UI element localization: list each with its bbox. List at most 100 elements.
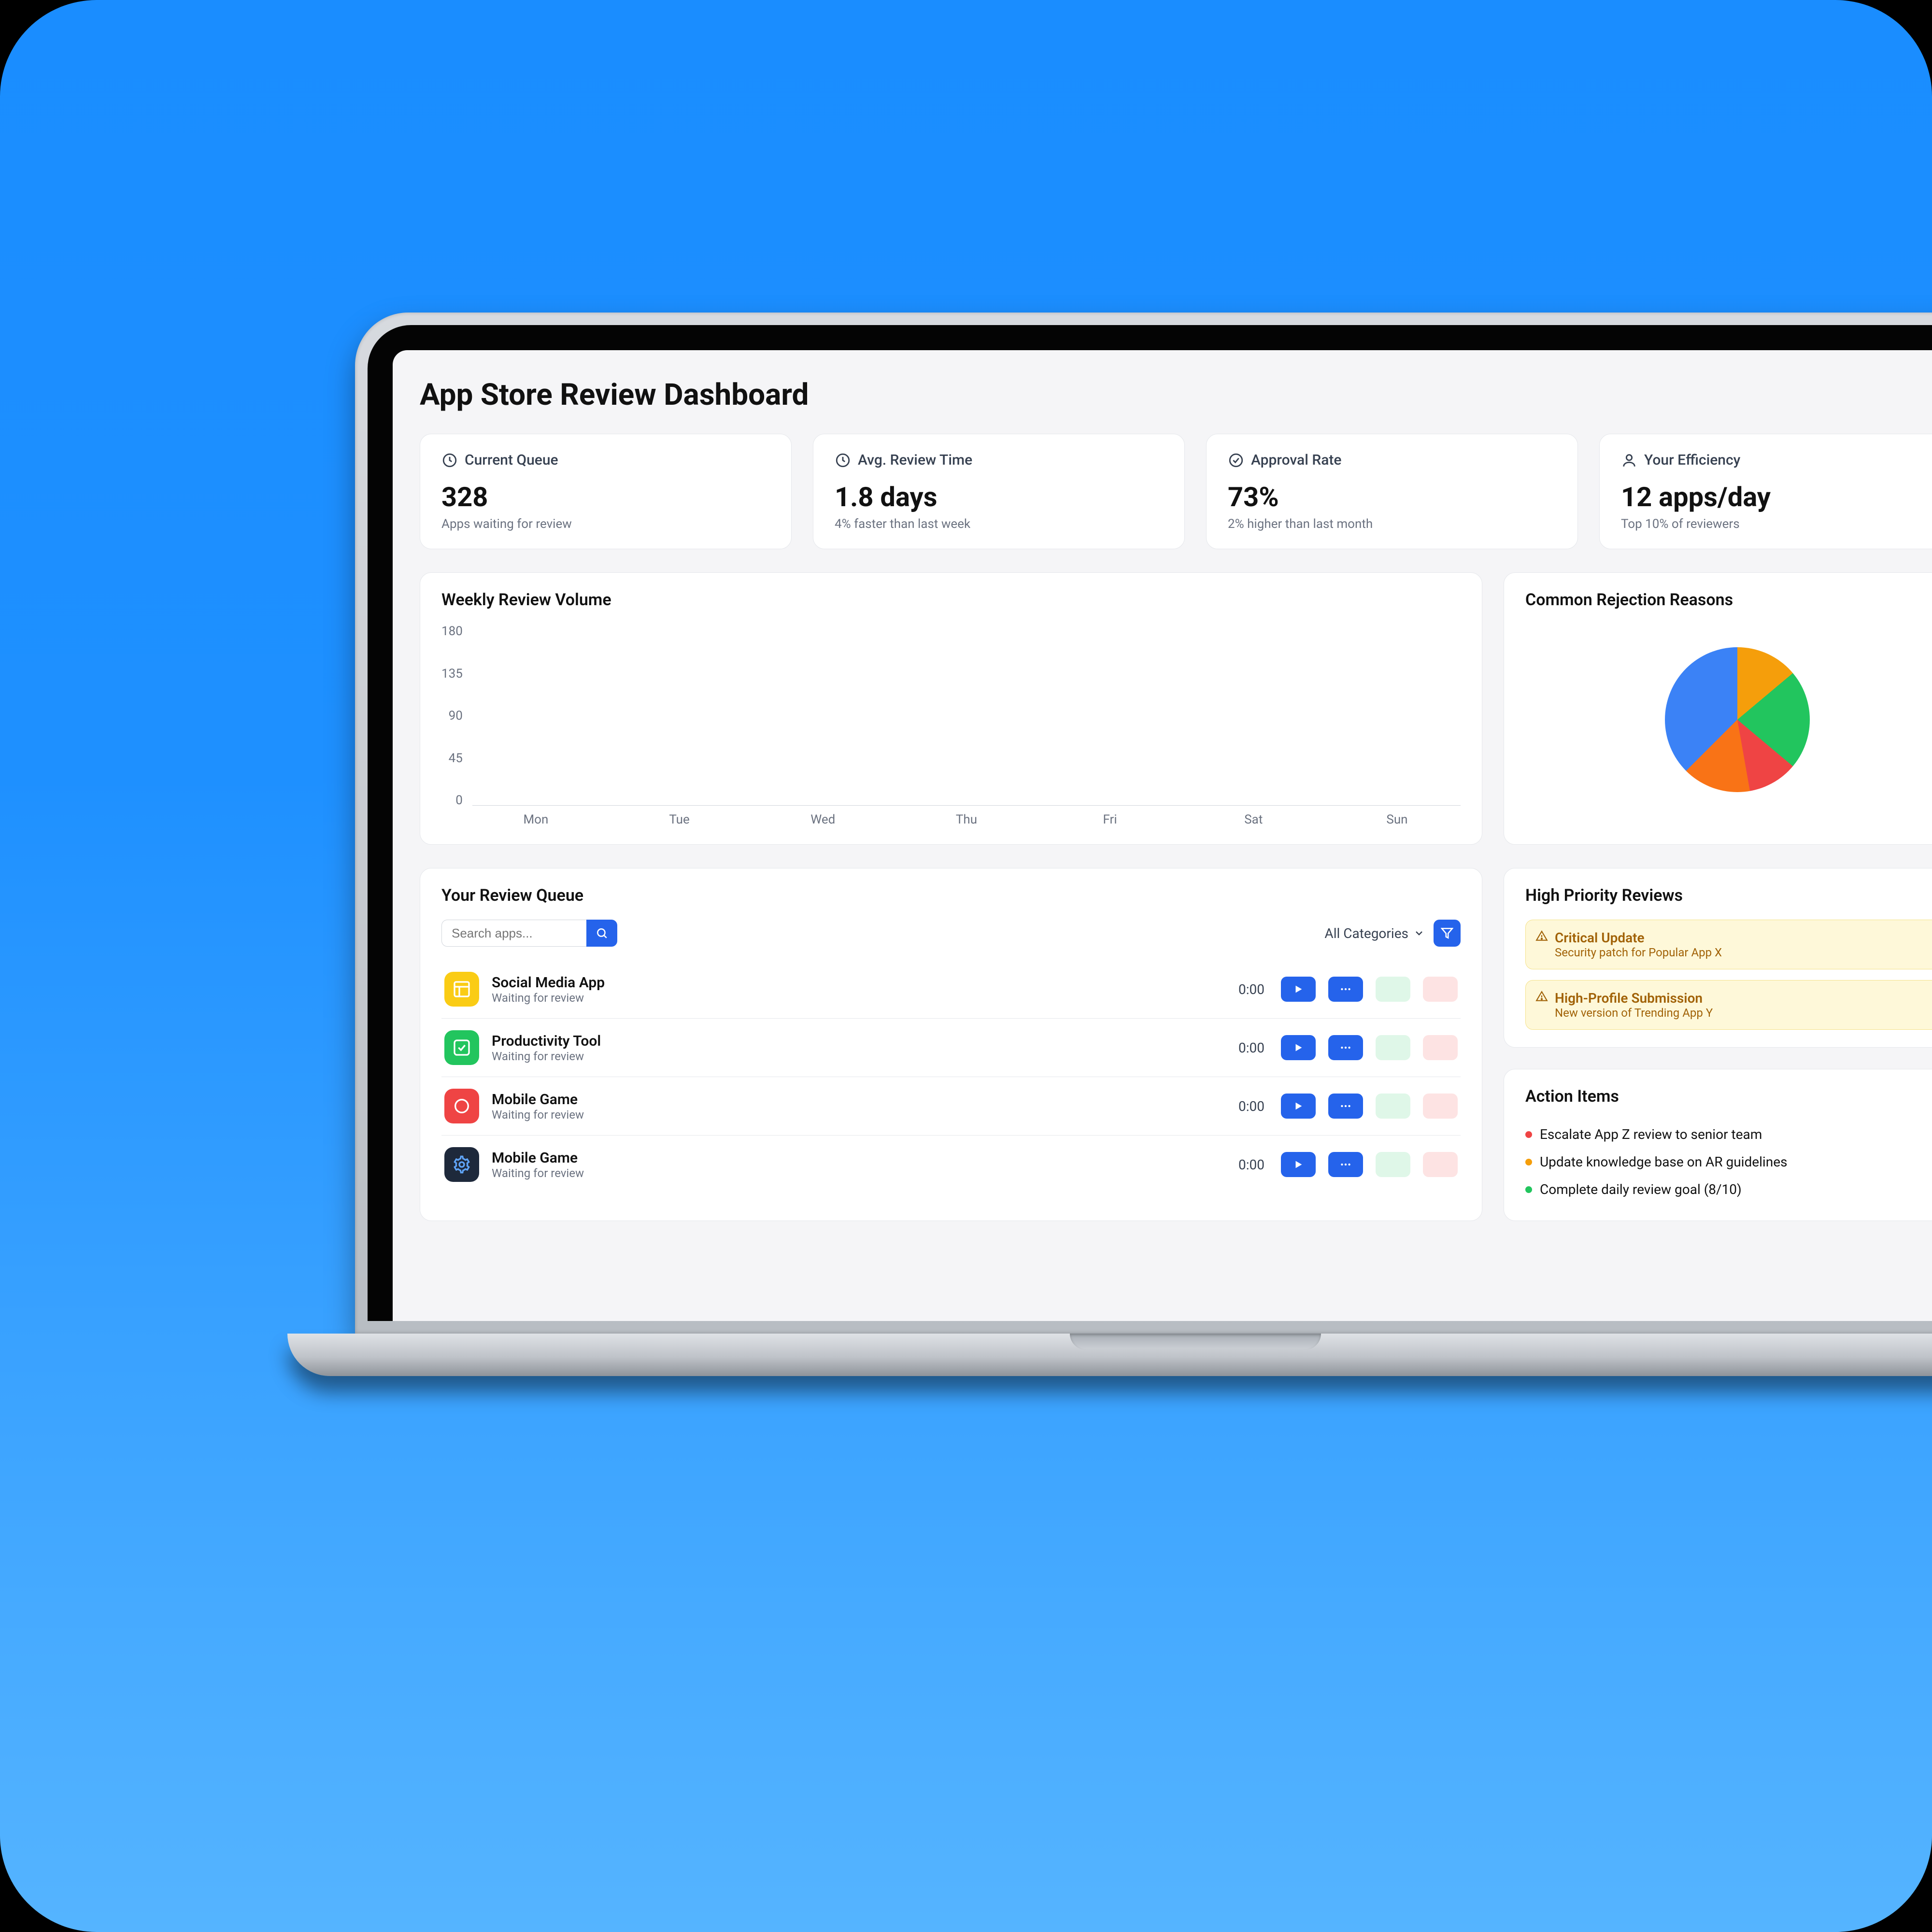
person-icon [1621, 452, 1637, 469]
stat-value: 73% [1228, 481, 1556, 513]
app-icon [444, 1089, 479, 1123]
reject-button[interactable] [1423, 977, 1458, 1002]
stat-card: Approval Rate 73% 2% higher than last mo… [1206, 434, 1578, 549]
priority-alert[interactable]: Critical Update Security patch for Popul… [1525, 920, 1932, 969]
page-title: App Store Review Dashboard [420, 377, 1932, 412]
queue-time: 0:00 [1238, 1157, 1264, 1173]
stat-label: Your Efficiency [1644, 452, 1740, 469]
stat-value: 1.8 days [835, 481, 1163, 513]
search-icon [596, 927, 608, 939]
chevron-down-icon [1413, 927, 1425, 939]
bar-label: Wed [810, 812, 835, 827]
rejection-pie-chart [1665, 647, 1810, 792]
approve-button[interactable] [1376, 1035, 1410, 1060]
check-circle-icon [1228, 452, 1244, 469]
stat-sub: Apps waiting for review [441, 517, 770, 531]
bar-label: Thu [956, 812, 977, 827]
alert-sub: Security patch for Popular App X [1555, 946, 1932, 959]
bar-label: Mon [523, 812, 548, 827]
play-icon [1293, 1159, 1304, 1170]
queue-time: 0:00 [1238, 1040, 1264, 1056]
reject-button[interactable] [1423, 1094, 1458, 1119]
weekly-volume-title: Weekly Review Volume [441, 590, 1461, 610]
action-item: Escalate App Z review to senior team [1525, 1121, 1932, 1148]
play-button[interactable] [1281, 1152, 1316, 1177]
bar-label: Sun [1386, 812, 1407, 827]
y-tick: 45 [449, 751, 463, 766]
more-button[interactable] [1328, 977, 1363, 1002]
rejection-reasons-card: Common Rejection Reasons [1504, 572, 1932, 845]
stat-card: Current Queue 328 Apps waiting for revie… [420, 434, 792, 549]
app-status: Waiting for review [492, 1050, 1226, 1063]
stat-label: Approval Rate [1251, 452, 1341, 469]
approve-button[interactable] [1376, 977, 1410, 1002]
reject-button[interactable] [1423, 1035, 1458, 1060]
clock-icon [441, 452, 458, 469]
stat-value: 12 apps/day [1621, 481, 1932, 513]
stat-sub: 2% higher than last month [1228, 517, 1556, 531]
y-tick: 90 [449, 709, 463, 723]
search-button[interactable] [586, 920, 617, 947]
more-icon [1339, 1041, 1352, 1054]
priority-alert[interactable]: High-Profile Submission New version of T… [1525, 980, 1932, 1030]
play-icon [1293, 1042, 1304, 1053]
stat-value: 328 [441, 481, 770, 513]
app-status: Waiting for review [492, 991, 1226, 1005]
category-select-label: All Categories [1324, 925, 1408, 941]
play-button[interactable] [1281, 1035, 1316, 1060]
app-name: Mobile Game [492, 1091, 1226, 1108]
more-icon [1339, 1158, 1352, 1171]
app-name: Social Media App [492, 974, 1226, 991]
filter-icon [1441, 927, 1453, 939]
stat-sub: 4% faster than last week [835, 517, 1163, 531]
more-icon [1339, 983, 1352, 995]
queue-row: Productivity Tool Waiting for review 0:0… [441, 1019, 1461, 1077]
action-items-title: Action Items [1525, 1087, 1932, 1106]
high-priority-title: High Priority Reviews [1525, 886, 1932, 905]
search-input[interactable] [441, 920, 586, 947]
more-button[interactable] [1328, 1094, 1363, 1119]
queue-time: 0:00 [1238, 1098, 1264, 1114]
play-button[interactable] [1281, 1094, 1316, 1119]
play-icon [1293, 984, 1304, 994]
play-icon [1293, 1101, 1304, 1111]
app-status: Waiting for review [492, 1108, 1226, 1122]
rejection-reasons-title: Common Rejection Reasons [1525, 590, 1932, 610]
alert-title: Critical Update [1555, 930, 1932, 946]
review-queue-title: Your Review Queue [441, 886, 1461, 905]
stat-label: Current Queue [465, 452, 558, 469]
stat-sub: Top 10% of reviewers [1621, 517, 1932, 531]
queue-row: Mobile Game Waiting for review 0:00 [441, 1136, 1461, 1193]
laptop-frame: App Store Review Dashboard Current Queue… [355, 313, 1932, 1399]
approve-button[interactable] [1376, 1152, 1410, 1177]
alert-sub: New version of Trending App Y [1555, 1006, 1932, 1020]
app-name: Productivity Tool [492, 1033, 1226, 1050]
stat-card: Your Efficiency 12 apps/day Top 10% of r… [1599, 434, 1932, 549]
action-items-card: Action Items Escalate App Z review to se… [1504, 1069, 1932, 1221]
stat-card: Avg. Review Time 1.8 days 4% faster than… [813, 434, 1185, 549]
bar-label: Tue [669, 812, 689, 827]
filter-button[interactable] [1434, 920, 1461, 947]
warning-icon [1535, 930, 1548, 942]
app-icon [444, 972, 479, 1007]
reject-button[interactable] [1423, 1152, 1458, 1177]
y-tick: 135 [441, 667, 463, 681]
dashboard-screen: App Store Review Dashboard Current Queue… [393, 350, 1932, 1321]
more-button[interactable] [1328, 1035, 1363, 1060]
queue-time: 0:00 [1238, 981, 1264, 997]
more-icon [1339, 1100, 1352, 1112]
more-button[interactable] [1328, 1152, 1363, 1177]
bar-label: Sat [1244, 812, 1263, 827]
y-tick: 0 [455, 793, 463, 808]
app-name: Mobile Game [492, 1150, 1226, 1166]
category-select[interactable]: All Categories [1324, 925, 1425, 941]
approve-button[interactable] [1376, 1094, 1410, 1119]
clock-icon [835, 452, 851, 469]
app-icon [444, 1147, 479, 1182]
high-priority-card: High Priority Reviews Critical Update Se… [1504, 868, 1932, 1048]
play-button[interactable] [1281, 977, 1316, 1002]
queue-row: Mobile Game Waiting for review 0:00 [441, 1077, 1461, 1136]
action-item: Update knowledge base on AR guidelines [1525, 1148, 1932, 1176]
bar-label: Fri [1103, 812, 1117, 827]
stat-label: Avg. Review Time [858, 452, 972, 469]
